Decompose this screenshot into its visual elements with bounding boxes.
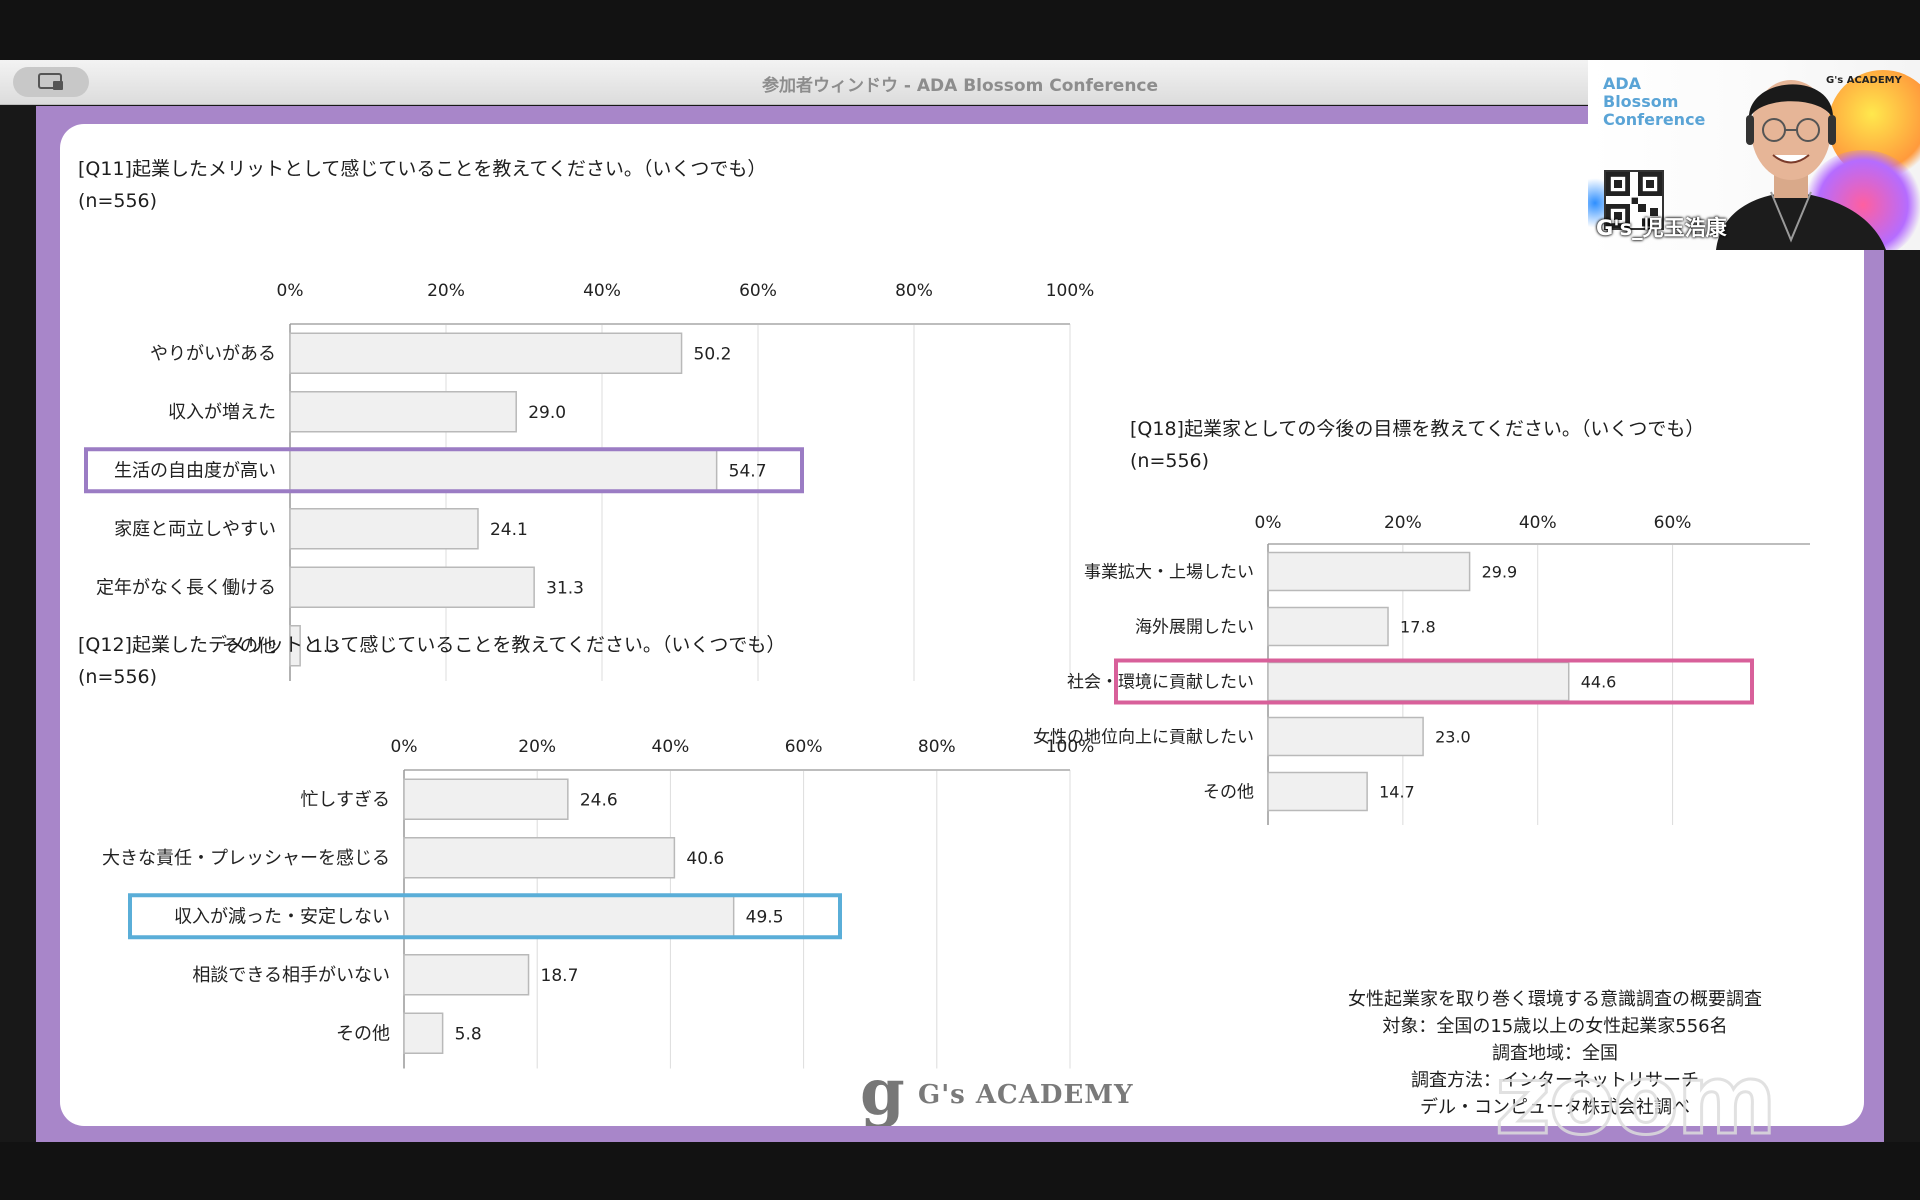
bar [1267,661,1570,702]
bar [289,508,479,550]
tick-label: 80% [918,737,956,757]
bar [1267,606,1389,647]
data-label: 29.0 [528,403,566,423]
bar [289,391,517,433]
category-label: 定年がなく長く働ける [96,577,276,598]
logo-g-glyph: g [860,1055,905,1126]
category-label: 相談できる相手がいない [192,965,390,986]
tick-label: 40% [583,281,621,301]
q12-title: [Q12]起業したデメリットとして感じていることを教えてください。（いくつでも） [78,634,786,656]
q12-bar-chart: 0% 20% 40% 60% 80% 100%忙しすぎる 24.6大きな責任・プレッシャーを… [102,737,1094,1069]
category-label: 忙しすぎる [300,789,390,810]
bar [289,566,535,608]
tick-label: 0% [277,281,304,301]
bar [1267,551,1471,592]
data-label: 5.8 [455,1024,482,1044]
data-label: 40.6 [686,849,724,869]
bar [403,837,676,879]
data-label: 44.6 [1581,673,1617,692]
tick-label: 0% [391,737,418,757]
category-label: 海外展開したい [1135,618,1254,638]
category-label: 女性の地位向上に貢献したい [1033,728,1254,748]
bar [403,895,735,937]
category-label: 収入が増えた [168,402,276,423]
presentation-slide: [Q11]起業したメリットとして感じていることを教えてください。（いくつでも） … [60,124,1864,1126]
category-label: 事業拡大・上場したい [1084,563,1254,583]
category-label: 大きな責任・プレッシャーを感じる [102,848,390,869]
data-label: 54.7 [729,461,767,481]
tick-label: 20% [427,281,465,301]
category-label: やりがいがある [150,343,276,364]
bar [289,332,683,374]
q11-bar-chart: 0% 20% 40% 60% 80% 100% やりがいがある 50.2 収入が増えた 29.0 生… [84,281,1094,681]
tick-label: 40% [1519,513,1557,533]
data-label: 17.8 [1400,618,1436,637]
survey-line: 対象：全国の15歳以上の女性起業家556名 [1382,1016,1728,1037]
logo-text: G's ACADEMY [918,1080,1134,1110]
data-label: 24.6 [580,790,618,810]
tick-label: 60% [739,281,777,301]
category-label: 社会・環境に貢献したい [1067,673,1254,693]
data-label: 29.9 [1482,563,1518,582]
tick-label: 80% [895,281,933,301]
participant-name-label: G's_児玉浩康 [1596,216,1727,240]
data-label: 23.0 [1435,728,1471,747]
tick-label: 20% [1384,513,1422,533]
bar [403,1012,444,1054]
tick-label: 20% [518,737,556,757]
data-label: 49.5 [746,907,784,927]
q18-title: [Q18]起業家としての今後の目標を教えてください。（いくつでも） [1130,418,1705,440]
data-label: 31.3 [546,578,584,598]
category-label: その他 [1203,783,1254,803]
tick-label: 40% [652,737,690,757]
q18-bar-chart: 0% 20% 40% 60% 事業拡大・上場したい 29.9 海外展開したい 17.8 社会・環… [1033,513,1810,825]
bar [403,954,530,996]
category-label: 家庭と両立しやすい [114,519,276,540]
category-label: 生活の自由度が高い [114,460,276,481]
tick-label: 60% [1654,513,1692,533]
shared-screen: [Q11]起業したメリットとして感じていることを教えてください。（いくつでも） … [36,106,1884,1142]
data-label: 18.7 [541,966,579,986]
bar [1267,716,1424,757]
category-label: 収入が減った・安定しない [174,906,390,927]
tick-label: 0% [1255,513,1282,533]
bar [289,449,718,491]
survey-line: 女性起業家を取り巻く環境する意識調査の概要調査 [1348,989,1762,1010]
data-label: 50.2 [694,344,732,364]
zoom-watermark: zoom [1494,1043,1779,1158]
participant-video[interactable]: ADA Blossom Conference G's ACADEMY G's_児… [1588,60,1920,250]
category-label: その他 [336,1023,390,1044]
q11-title: [Q11]起業したメリットとして感じていることを教えてください。（いくつでも） [78,158,767,180]
bar [1267,771,1368,812]
tick-label: 60% [785,737,823,757]
data-label: 14.7 [1379,783,1415,802]
tick-label: 100% [1046,281,1095,301]
bar [403,778,569,820]
data-label: 24.1 [490,520,528,540]
